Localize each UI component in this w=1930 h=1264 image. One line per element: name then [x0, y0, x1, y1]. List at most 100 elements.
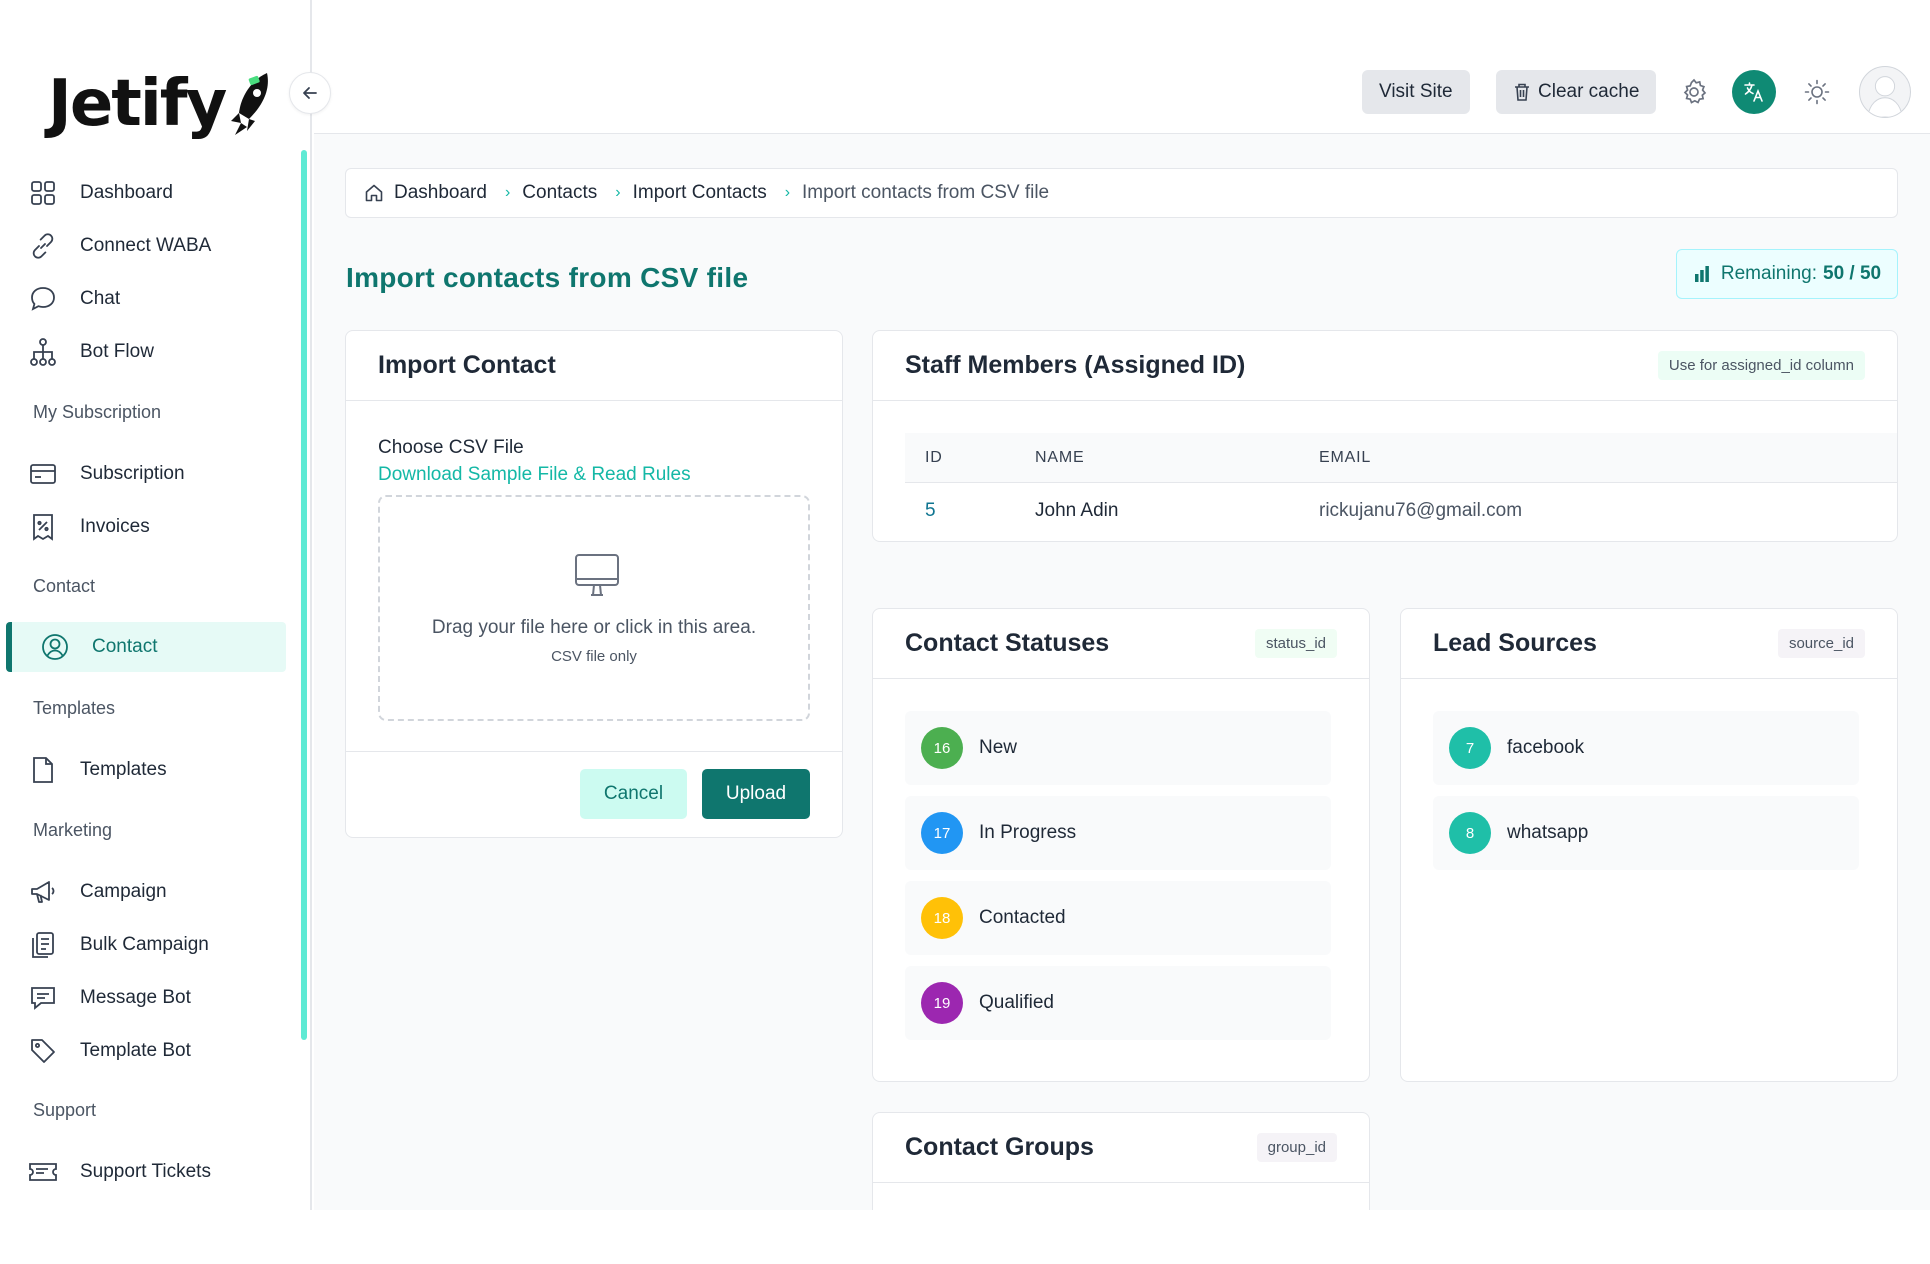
import-contact-card: Import Contact Choose CSV File Download …	[345, 330, 843, 838]
table-header: ID NAME EMAIL	[905, 433, 1897, 483]
breadcrumb-current: Import contacts from CSV file	[802, 182, 1050, 203]
card-header: Contact Groups group_id	[873, 1113, 1369, 1183]
sidebar-item-dashboard[interactable]: Dashboard	[28, 168, 284, 218]
translate-button[interactable]	[1732, 70, 1776, 114]
sidebar-item-message-bot[interactable]: Message Bot	[28, 973, 284, 1023]
file-dropzone[interactable]: Drag your file here or click in this are…	[378, 495, 810, 721]
source-id-badge: 7	[1449, 727, 1491, 769]
group-id-tag: group_id	[1256, 1133, 1337, 1162]
column-header-name: NAME	[1035, 448, 1085, 466]
chat-bubble-icon	[28, 284, 58, 314]
remaining-label: Remaining:	[1720, 263, 1817, 284]
clear-cache-label: Clear cache	[1538, 81, 1640, 102]
table-row: 5 John Adin rickujanu76@gmail.com	[905, 483, 1897, 539]
sidebar-item-contact[interactable]: Contact	[6, 622, 286, 672]
link-icon	[28, 231, 58, 261]
user-circle-icon	[40, 632, 70, 662]
sidebar-item-connect-waba[interactable]: Connect WABA	[28, 221, 284, 271]
status-item-qualified: 19 Qualified	[905, 966, 1331, 1040]
collapse-sidebar-button[interactable]	[289, 72, 331, 114]
staff-table: ID NAME EMAIL 5 John Adin rickujanu76@gm…	[905, 433, 1897, 539]
dropzone-subtext: CSV file only	[551, 648, 637, 665]
avatar[interactable]	[1859, 66, 1911, 118]
source-item-facebook: 7 facebook	[1433, 711, 1859, 785]
upload-button[interactable]: Upload	[702, 769, 810, 819]
sidebar-item-label: Chat	[80, 288, 121, 309]
sidebar-item-label: Bot Flow	[80, 341, 154, 362]
sidebar-item-subscription[interactable]: Subscription	[28, 449, 284, 499]
sidebar-item-label: Template Bot	[80, 1040, 191, 1061]
status-id-badge: 17	[921, 812, 963, 854]
staff-name: John Adin	[1035, 500, 1119, 521]
card-title: Import Contact	[378, 351, 556, 379]
chevron-right-icon: ›	[504, 184, 511, 201]
page-title: Import contacts from CSV file	[346, 262, 749, 293]
assigned-id-tag: Use for assigned_id column	[1657, 351, 1865, 380]
breadcrumb-import-contacts[interactable]: Import Contacts	[633, 182, 767, 204]
breadcrumb-contacts[interactable]: Contacts	[522, 182, 597, 204]
chevron-right-icon: ›	[615, 184, 621, 201]
status-id-badge: 16	[921, 727, 963, 769]
source-id-tag: source_id	[1777, 629, 1865, 658]
grid-icon	[28, 178, 58, 208]
remaining-value: 50 / 50	[1823, 263, 1882, 284]
tag-icon	[28, 1036, 58, 1066]
choose-file-label: Choose CSV File	[378, 437, 524, 458]
card-title: Contact Groups	[905, 1133, 1094, 1161]
rocket-icon	[231, 73, 269, 135]
breadcrumb-dashboard[interactable]: Dashboard	[394, 182, 487, 204]
card-title: Contact Statuses	[905, 629, 1110, 657]
logo[interactable]: Jetify	[48, 66, 275, 142]
staff-id: 5	[925, 500, 936, 521]
contact-statuses-card: Contact Statuses status_id 16 New 17 In …	[872, 608, 1370, 1082]
sidebar-item-support-tickets[interactable]: Support Tickets	[28, 1147, 284, 1197]
sidebar-item-label: Templates	[80, 759, 167, 780]
sidebar-item-invoices[interactable]: Invoices	[28, 502, 284, 552]
card-footer: Cancel Upload	[346, 751, 842, 837]
card-header: Import Contact	[346, 331, 842, 401]
sidebar-item-templates[interactable]: Templates	[28, 745, 284, 795]
home-icon[interactable]	[364, 183, 384, 203]
visit-site-button[interactable]: Visit Site	[1362, 70, 1470, 114]
section-contact: Contact	[33, 576, 96, 596]
sidebar-item-bot-flow[interactable]: Bot Flow	[28, 327, 284, 377]
staff-members-card: Staff Members (Assigned ID) Use for assi…	[872, 330, 1898, 542]
sidebar-scrollbar[interactable]	[301, 150, 307, 1040]
source-item-whatsapp: 8 whatsapp	[1433, 796, 1859, 870]
sidebar-item-label: Subscription	[80, 463, 185, 484]
column-header-email: EMAIL	[1319, 448, 1372, 466]
status-id-tag: status_id	[1254, 629, 1337, 658]
dropzone-text: Drag your file here or click in this are…	[431, 617, 757, 638]
sidebar-item-label: Invoices	[80, 516, 150, 537]
arrow-left-icon	[303, 87, 317, 99]
sidebar-item-template-bot[interactable]: Template Bot	[28, 1026, 284, 1076]
cancel-button[interactable]: Cancel	[580, 769, 687, 819]
chevron-right-icon: ›	[784, 184, 791, 201]
section-templates: Templates	[33, 698, 116, 718]
settings-button[interactable]	[1672, 70, 1716, 114]
status-item-new: 16 New	[905, 711, 1331, 785]
credit-card-icon	[28, 459, 58, 489]
download-sample-link[interactable]: Download Sample File & Read Rules	[378, 464, 691, 486]
remaining-badge: Remaining: 50 / 50	[1676, 249, 1898, 299]
section-support: Support	[33, 1100, 97, 1120]
sidebar-item-label: Bulk Campaign	[80, 934, 209, 955]
receipt-icon	[28, 512, 58, 542]
sidebar-item-bulk-campaign[interactable]: Bulk Campaign	[28, 920, 284, 970]
trash-icon	[1515, 83, 1529, 101]
breadcrumb: Dashboard › Contacts › Import Contacts ›…	[345, 168, 1898, 218]
lead-sources-card: Lead Sources source_id 7 facebook 8 what…	[1400, 608, 1898, 1082]
sidebar-item-label: Dashboard	[80, 182, 173, 203]
theme-toggle-button[interactable]	[1795, 70, 1839, 114]
card-header: Lead Sources source_id	[1401, 609, 1897, 679]
section-marketing: Marketing	[33, 820, 113, 840]
sun-icon	[1804, 79, 1830, 105]
sidebar-item-chat[interactable]: Chat	[28, 274, 284, 324]
sidebar-item-label: Message Bot	[80, 987, 191, 1008]
clear-cache-button[interactable]: Clear cache	[1496, 70, 1657, 114]
section-my-subscription: My Subscription	[33, 402, 162, 422]
card-header: Staff Members (Assigned ID) Use for assi…	[873, 331, 1897, 401]
sidebar-item-label: Support Tickets	[80, 1161, 211, 1182]
status-id-badge: 19	[921, 982, 963, 1024]
sidebar-item-campaign[interactable]: Campaign	[28, 867, 284, 917]
